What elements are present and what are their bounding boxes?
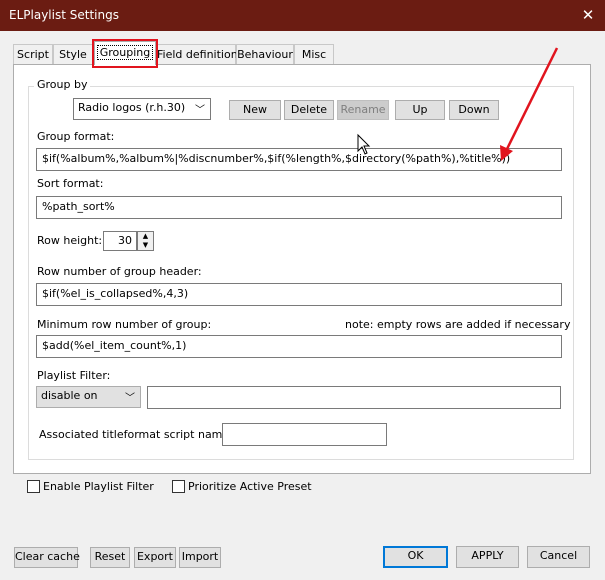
min-row-number-label: Minimum row number of group: [37, 318, 212, 331]
tab-field-definition[interactable]: Field definition [156, 44, 238, 64]
row-number-header-input[interactable]: $if(%el_is_collapsed%,4,3) [36, 283, 562, 306]
preset-select[interactable]: Radio logos (r.h.30) ﹀ [73, 98, 211, 120]
chevron-down-icon: ﹀ [195, 105, 205, 116]
group-format-label: Group format: [37, 130, 115, 143]
chevron-down-icon: ﹀ [125, 393, 135, 404]
playlist-filter-input[interactable] [147, 386, 561, 409]
sort-format-label: Sort format: [37, 177, 104, 190]
down-button[interactable]: Down [449, 100, 499, 120]
apply-button[interactable]: APPLY [456, 546, 519, 568]
playlist-filter-label: Playlist Filter: [37, 369, 111, 382]
row-height-label: Row height: [37, 234, 103, 247]
tab-style[interactable]: Style [53, 44, 93, 64]
row-height-input[interactable]: 30 [103, 231, 137, 251]
playlist-filter-mode-select[interactable]: disable on ﹀ [36, 386, 141, 408]
spin-arrows-icon[interactable]: ▲ ▼ [137, 231, 154, 251]
ok-button[interactable]: OK [383, 546, 448, 568]
clear-cache-button[interactable]: Clear cache [14, 547, 80, 568]
rename-button[interactable]: Rename [337, 100, 389, 120]
tab-behaviour[interactable]: Behaviour [236, 44, 294, 64]
playlist-filter-mode-value: disable on [41, 389, 98, 402]
annotation-highlight-box [92, 39, 158, 68]
tab-label: Behaviour [237, 48, 293, 61]
cancel-button[interactable]: Cancel [527, 546, 590, 568]
tab-misc[interactable]: Misc [294, 44, 334, 64]
tab-label: Style [59, 48, 87, 61]
tab-script[interactable]: Script [13, 44, 53, 64]
row-number-header-label: Row number of group header: [37, 265, 202, 278]
export-button[interactable]: Export [134, 547, 176, 568]
min-row-number-input[interactable]: $add(%el_item_count%,1) [36, 335, 562, 358]
prioritize-active-preset-label: Prioritize Active Preset [188, 480, 312, 493]
new-button[interactable]: New [229, 100, 281, 120]
group-by-legend: Group by [34, 78, 91, 91]
enable-playlist-filter-checkbox[interactable] [27, 480, 40, 493]
reset-button[interactable]: Reset [90, 547, 130, 568]
tab-label: Misc [301, 48, 327, 61]
up-button[interactable]: Up [395, 100, 445, 120]
close-icon[interactable]: ✕ [576, 3, 600, 27]
window-title: ELPlaylist Settings [9, 8, 119, 22]
titleformat-script-label: Associated titleformat script name: [39, 428, 233, 441]
enable-playlist-filter-label: Enable Playlist Filter [43, 480, 154, 493]
sort-format-input[interactable]: %path_sort% [36, 196, 562, 219]
preset-value: Radio logos (r.h.30) [78, 101, 186, 114]
titleformat-script-input[interactable] [222, 423, 387, 446]
delete-button[interactable]: Delete [284, 100, 334, 120]
empty-rows-note: note: empty rows are added if necessary [345, 318, 571, 331]
tab-label: Field definition [157, 48, 238, 61]
import-button[interactable]: Import [179, 547, 221, 568]
tab-label: Script [17, 48, 49, 61]
group-format-input[interactable]: $if(%album%,%album%|%discnumber%,$if(%le… [36, 148, 562, 171]
prioritize-active-preset-checkbox[interactable] [172, 480, 185, 493]
